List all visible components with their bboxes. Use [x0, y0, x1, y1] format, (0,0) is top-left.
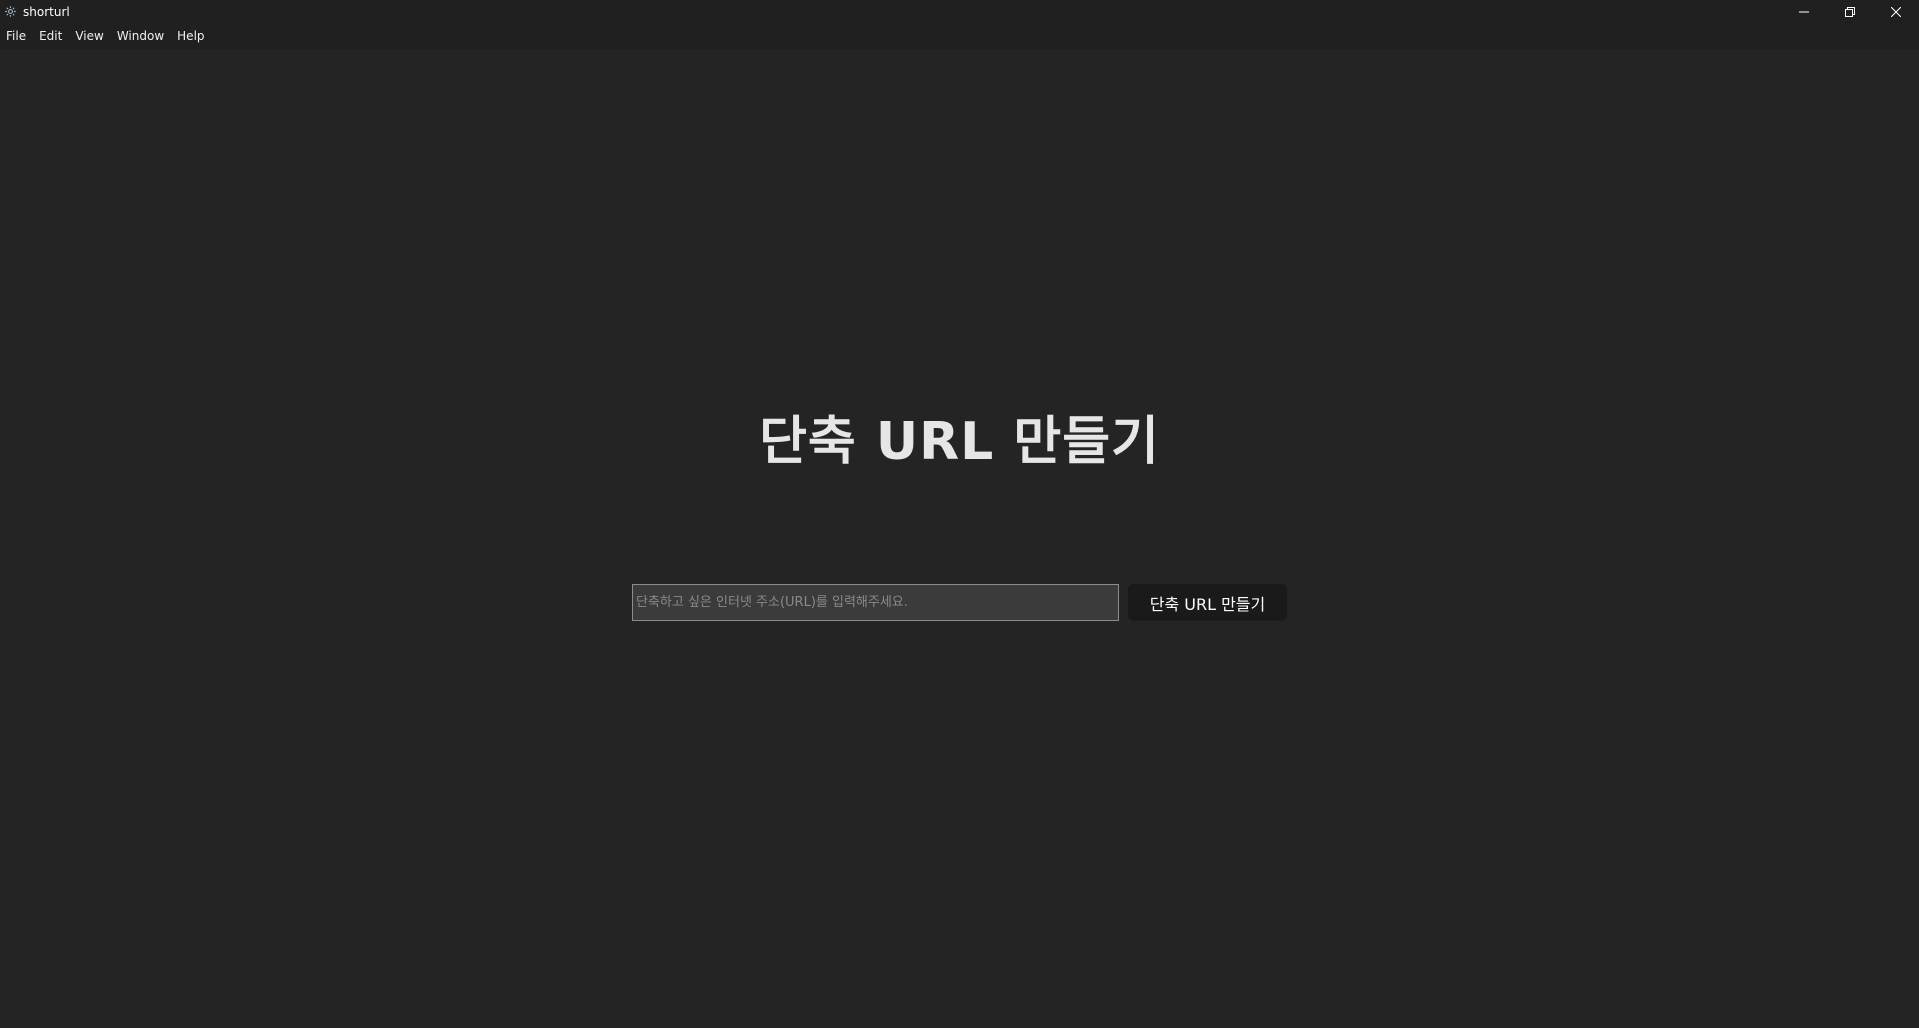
menu-view[interactable]: View	[69, 23, 110, 49]
title-bar[interactable]: shorturl	[0, 0, 1919, 23]
main-content	[0, 49, 1919, 1028]
window-controls	[1781, 0, 1919, 23]
minimize-icon	[1799, 2, 1809, 21]
menu-window[interactable]: Window	[111, 23, 171, 49]
restore-button[interactable]	[1827, 0, 1873, 23]
menu-bar: File Edit View Window Help	[0, 23, 1919, 49]
url-input[interactable]	[632, 584, 1119, 621]
app-gear-icon	[3, 5, 17, 19]
restore-icon	[1845, 2, 1855, 21]
close-icon	[1890, 2, 1902, 21]
close-button[interactable]	[1873, 0, 1919, 23]
shorten-url-button[interactable]: 단축 URL 만들기	[1128, 584, 1287, 621]
app-window: shorturl File Edit View Window Help 단축 U…	[0, 0, 1919, 1028]
minimize-button[interactable]	[1781, 0, 1827, 23]
page-title: 단축 URL 만들기	[759, 412, 1160, 472]
menu-file[interactable]: File	[0, 23, 33, 49]
menu-edit[interactable]: Edit	[33, 23, 69, 49]
window-title: shorturl	[23, 4, 70, 19]
menu-help[interactable]: Help	[171, 23, 211, 49]
